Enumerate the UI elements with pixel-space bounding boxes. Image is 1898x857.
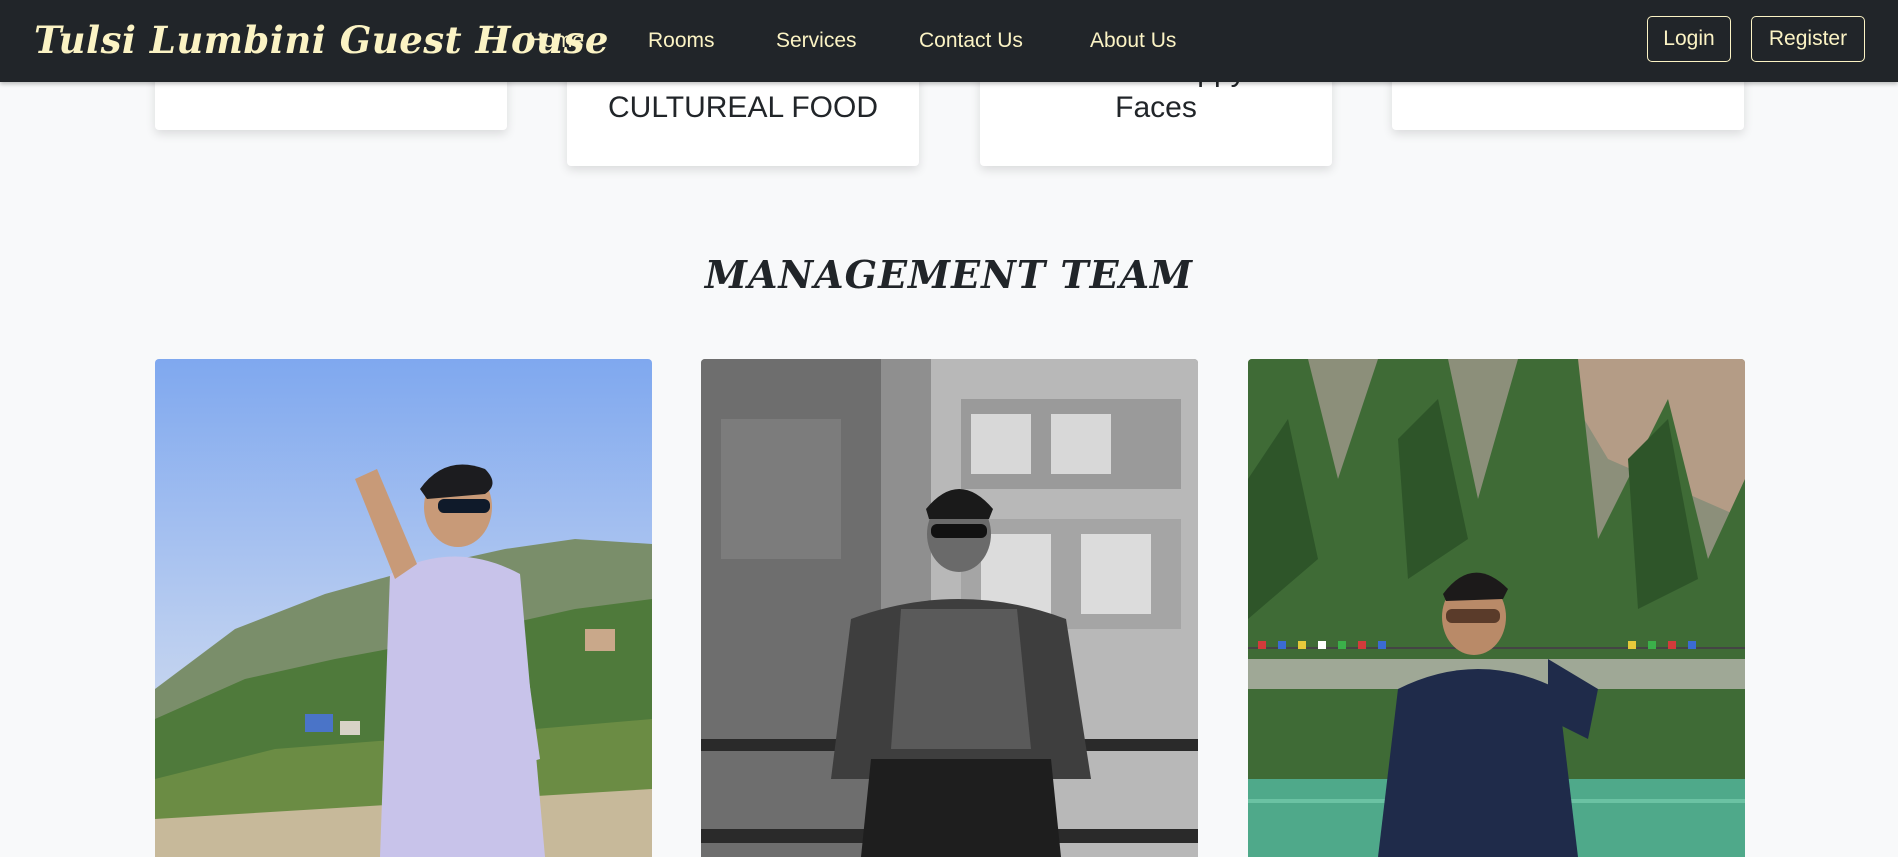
nav-link-contact-us[interactable]: Contact Us <box>919 24 1023 58</box>
brand-logo[interactable]: Tulsi Lumbini Guest House <box>34 10 609 70</box>
nav-link-services[interactable]: Services <box>776 24 857 58</box>
team-member-image <box>155 359 652 857</box>
team-member-image <box>701 359 1198 857</box>
register-button[interactable]: Register <box>1751 16 1865 62</box>
nav-link-home[interactable]: Home <box>528 24 584 58</box>
stat-card-line: CULTUREAL FOOD <box>607 91 879 124</box>
nav-link-about-us[interactable]: About Us <box>1090 24 1176 58</box>
nav-link-rooms[interactable]: Rooms <box>648 24 715 58</box>
team-member-photo[interactable] <box>701 359 1198 857</box>
stat-card-line: Faces <box>1115 91 1197 124</box>
team-member-image <box>1248 359 1745 857</box>
section-title: MANAGEMENT TEAM <box>704 252 1194 297</box>
team-member-photo[interactable] <box>155 359 652 857</box>
team-member-photo[interactable] <box>1248 359 1745 857</box>
navbar: Tulsi Lumbini Guest House Home Rooms Ser… <box>0 0 1898 82</box>
login-button[interactable]: Login <box>1647 16 1731 62</box>
